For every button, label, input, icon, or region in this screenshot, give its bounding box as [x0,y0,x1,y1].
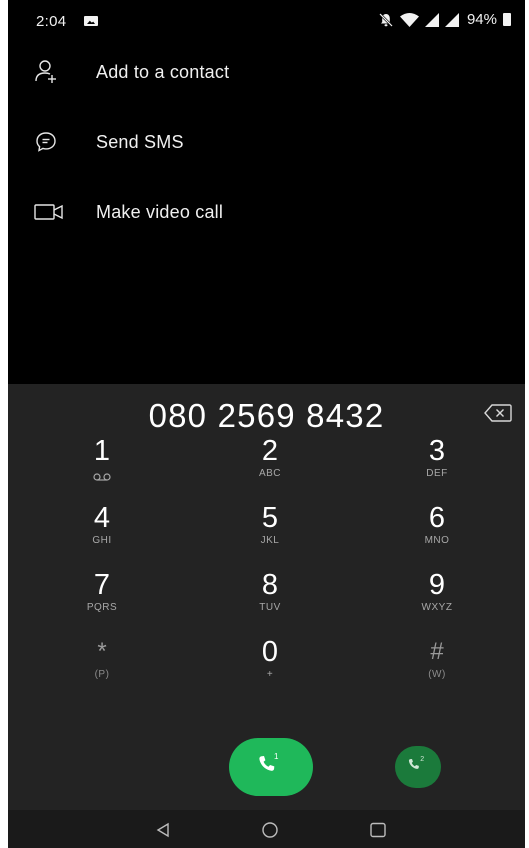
dialpad-panel: 080 2569 8432 1 2 ABC 3 DEF 4 GHI 5 JKL … [8,384,525,810]
key-letters: MNO [424,535,450,546]
key-letters: (P) [94,669,110,680]
dialer-options: Add to a contact Send SMS Make video cal… [8,37,525,247]
backspace-icon[interactable] [484,404,512,427]
key-letters: TUV [259,602,281,613]
key-digit: 9 [428,569,446,601]
key-digit: 4 [93,502,111,534]
dial-key-7[interactable]: 7 PQRS [42,564,162,631]
dial-key-star[interactable]: * (P) [42,631,162,698]
key-letters: (W) [428,669,446,680]
dial-key-6[interactable]: 6 MNO [377,497,497,564]
key-digit: 5 [261,502,279,534]
key-digit: * [97,638,107,665]
status-icons: 94% [378,11,511,28]
dialpad-keys: 1 2 ABC 3 DEF 4 GHI 5 JKL 6 MNO 7 PQRS 8… [8,430,525,698]
dial-key-5[interactable]: 5 JKL [210,497,330,564]
key-digit: 7 [93,569,111,601]
wifi-icon [399,12,419,27]
phone-icon: 2 [406,755,430,778]
key-digit: # [430,638,444,665]
voicemail-icon [42,468,162,486]
send-sms-label: Send SMS [96,131,184,152]
add-contact-icon [8,37,96,107]
key-letters: DEF [426,468,448,479]
status-bar: 2:04 94% [8,0,525,42]
battery-percent: 94% [466,11,497,28]
dial-key-0[interactable]: 0 + [210,631,330,698]
dial-key-1[interactable]: 1 [42,430,162,497]
phone-icon: 1 [255,751,288,782]
key-digit: 0 [261,636,279,668]
sim-number: 2 [420,755,425,763]
home-icon[interactable] [250,820,290,840]
dial-key-8[interactable]: 8 TUV [210,564,330,631]
navigation-bar [8,810,525,848]
dial-key-4[interactable]: 4 GHI [42,497,162,564]
call-sim2-button[interactable]: 2 [395,746,441,788]
dial-key-9[interactable]: 9 WXYZ [377,564,497,631]
signal-icon [444,12,459,27]
key-letters: JKL [260,535,280,546]
status-time: 2:04 [36,13,67,30]
key-digit: 1 [93,435,111,467]
send-sms-option[interactable]: Send SMS [8,107,525,177]
make-video-call-option[interactable]: Make video call [8,177,525,247]
key-digit: 6 [428,502,446,534]
add-to-contact-label: Add to a contact [96,61,230,82]
key-letters: + [266,669,274,680]
add-to-contact-option[interactable]: Add to a contact [8,37,525,107]
sms-icon [8,107,96,177]
notifications-off-icon [378,12,394,28]
key-letters: PQRS [86,602,118,613]
key-digit: 3 [428,435,446,467]
image-notification-icon [84,16,98,26]
key-letters: ABC [258,468,282,479]
key-letters: WXYZ [421,602,453,613]
key-letters: GHI [92,535,112,546]
video-call-icon [8,177,96,247]
dial-key-hash[interactable]: # (W) [377,631,497,698]
back-icon[interactable] [143,820,183,840]
recents-icon[interactable] [358,820,398,840]
sim-number: 1 [274,751,279,761]
dial-key-2[interactable]: 2 ABC [210,430,330,497]
battery-icon [503,13,511,26]
call-sim1-button[interactable]: 1 [229,738,313,796]
dial-key-3[interactable]: 3 DEF [377,430,497,497]
make-video-call-label: Make video call [96,201,224,222]
phone-screen: 2:04 94% Add to a contact Send SMS Make … [8,0,525,848]
signal-icon [424,12,439,27]
key-digit: 8 [261,569,279,601]
key-digit: 2 [261,435,279,467]
